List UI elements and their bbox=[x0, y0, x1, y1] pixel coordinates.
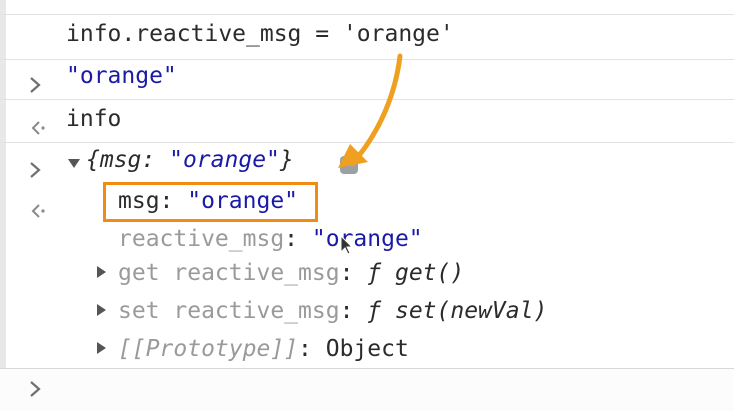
clipped-previous-line bbox=[0, 0, 734, 8]
expand-triangle-icon[interactable] bbox=[97, 304, 106, 316]
console-command: info bbox=[66, 106, 122, 132]
property-getter[interactable]: get reactive_msg: ƒ get() bbox=[118, 260, 464, 286]
expand-triangle-icon[interactable] bbox=[68, 159, 80, 168]
chevron-right-icon bbox=[28, 379, 42, 399]
console-command: info.reactive_msg = 'orange' bbox=[66, 21, 454, 47]
highlight-box bbox=[103, 182, 318, 222]
property-reactive-msg[interactable]: reactive_msg: "orange" bbox=[118, 226, 423, 252]
expand-triangle-icon[interactable] bbox=[97, 266, 106, 278]
property-setter[interactable]: set reactive_msg: ƒ set(newVal) bbox=[118, 298, 547, 324]
expand-triangle-icon[interactable] bbox=[97, 342, 106, 354]
return-arrow-icon bbox=[28, 151, 81, 271]
object-preview[interactable]: {msg: "orange"} bbox=[86, 147, 294, 173]
annotation-arrow-icon bbox=[338, 53, 403, 168]
console-input[interactable] bbox=[0, 368, 734, 411]
mouse-cursor-icon bbox=[340, 234, 354, 255]
property-prototype[interactable]: [[Prototype]]: Object bbox=[118, 336, 409, 362]
console-result: "orange" bbox=[66, 63, 177, 89]
